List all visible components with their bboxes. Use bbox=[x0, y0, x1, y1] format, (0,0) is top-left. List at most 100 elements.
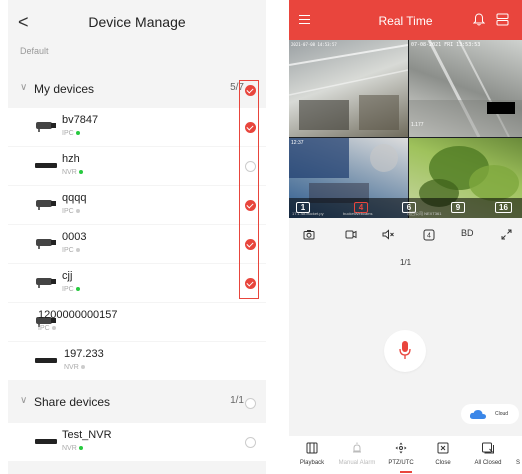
nav-label: Close bbox=[435, 460, 451, 466]
device-row[interactable]: 0003 IPC bbox=[8, 225, 266, 263]
talk-button[interactable] bbox=[384, 330, 426, 372]
device-name: 1200000000157 bbox=[38, 309, 118, 321]
cloud-icon bbox=[469, 410, 486, 419]
selection-highlight-box bbox=[239, 80, 259, 299]
default-label: Default bbox=[20, 46, 49, 56]
device-type: IPC bbox=[62, 208, 80, 215]
device-type: IPC bbox=[38, 325, 56, 332]
active-tab-indicator bbox=[400, 471, 412, 473]
device-name: bv7847 bbox=[62, 114, 99, 126]
device-type: IPC bbox=[62, 247, 80, 254]
timestamp-label: 2021-07-08 14:53:57 bbox=[291, 42, 337, 47]
cloud-label: Cloud bbox=[495, 411, 509, 417]
nav-label: All Closed bbox=[474, 460, 502, 466]
bullet-camera-icon bbox=[36, 200, 56, 210]
nvr-icon bbox=[35, 358, 57, 363]
all-closed-icon bbox=[482, 442, 494, 454]
video-toolbar: 4 BD bbox=[289, 222, 522, 248]
status-online-dot bbox=[75, 131, 80, 136]
nvr-icon bbox=[35, 439, 57, 444]
bottom-nav: Playback Manual Alarm PTZ/UTC Close All … bbox=[289, 436, 522, 474]
status-offline-dot bbox=[51, 326, 56, 331]
status-offline-dot bbox=[75, 209, 80, 214]
quality-toggle[interactable]: BD bbox=[461, 228, 474, 238]
nav-label: Manual Alarm bbox=[338, 460, 376, 466]
ceiling-scene-image bbox=[409, 40, 522, 137]
caption: 17.1.48.bucket.py bbox=[292, 211, 324, 216]
real-time-header: Real Time bbox=[289, 0, 522, 40]
chevron-down-icon: ∨ bbox=[20, 395, 28, 406]
playback-icon bbox=[306, 442, 318, 454]
device-row[interactable]: hzh NVR bbox=[8, 147, 266, 185]
bullet-camera-icon bbox=[36, 278, 56, 288]
nav-label: S bbox=[515, 460, 520, 466]
page-title: Real Time bbox=[378, 14, 433, 28]
chevron-down-icon: ∨ bbox=[20, 82, 28, 93]
status-offline-dot bbox=[80, 365, 85, 370]
status-offline-dot bbox=[75, 248, 80, 253]
camera-view-1[interactable]: 2021-07-08 14:53:57 bbox=[289, 40, 408, 137]
nav-all-closed[interactable]: All Closed bbox=[465, 436, 511, 474]
group-count: 1/1 bbox=[230, 395, 244, 406]
camera-label: 12:37 bbox=[291, 140, 304, 146]
group-name: Share devices bbox=[34, 395, 111, 409]
device-checkbox[interactable] bbox=[245, 437, 256, 448]
device-row[interactable]: bv7847 IPC bbox=[8, 108, 266, 146]
record-icon[interactable] bbox=[345, 229, 357, 240]
close-icon bbox=[437, 442, 449, 454]
camera-view-2[interactable]: 07-08-2021 FRI 13:53:53 1.177 bbox=[409, 40, 522, 137]
snapshot-icon[interactable] bbox=[303, 229, 315, 240]
mute-icon[interactable] bbox=[382, 229, 395, 240]
camera-label: 1.177 bbox=[411, 122, 424, 128]
channel-4-icon[interactable]: 4 bbox=[423, 229, 435, 241]
device-name: cjj bbox=[62, 270, 73, 282]
device-name: hzh bbox=[62, 153, 80, 165]
device-row[interactable]: cjj IPC bbox=[8, 264, 266, 302]
ptz-icon bbox=[395, 442, 407, 454]
nvr-icon bbox=[35, 163, 57, 168]
device-manage-header: < Device Manage bbox=[8, 0, 266, 44]
device-type: IPC bbox=[62, 130, 80, 137]
group-select-all-checkbox[interactable] bbox=[245, 398, 256, 409]
device-name: Test_NVR bbox=[62, 429, 112, 441]
split-screen-icon[interactable] bbox=[496, 13, 509, 26]
channel-16-button[interactable]: 16 bbox=[495, 202, 512, 213]
channel-9-button[interactable]: 9 bbox=[451, 202, 465, 213]
nav-playback[interactable]: Playback bbox=[289, 436, 335, 474]
real-time-panel: Real Time 2021-07-08 14:53:57 07-08-2021… bbox=[289, 0, 522, 474]
fullscreen-icon[interactable] bbox=[501, 229, 512, 240]
page-title: Device Manage bbox=[88, 14, 186, 30]
device-name: 197.233 bbox=[64, 348, 104, 360]
device-row[interactable]: 1200000000157 IPC bbox=[8, 303, 266, 341]
office-scene-image bbox=[289, 44, 408, 130]
nav-label: PTZ/UTC bbox=[388, 460, 414, 466]
bell-icon[interactable] bbox=[473, 13, 485, 26]
device-row[interactable]: qqqq IPC bbox=[8, 186, 266, 224]
group-my-devices[interactable]: ∨ My devices 5/7 bbox=[8, 72, 266, 108]
svg-text:4: 4 bbox=[427, 233, 431, 240]
channel-bar: 1 4 6 9 16 17.1.48.bucket.py bucketWebca… bbox=[289, 198, 522, 218]
device-row[interactable]: Test_NVR NVR bbox=[8, 423, 266, 461]
group-share-devices[interactable]: ∨ Share devices 1/1 bbox=[8, 385, 266, 421]
cloud-button[interactable]: Cloud bbox=[461, 404, 519, 424]
status-online-dot bbox=[78, 170, 83, 175]
privacy-mask bbox=[487, 102, 515, 114]
device-type: IPC bbox=[62, 286, 80, 293]
device-row[interactable]: 197.233 NVR bbox=[8, 342, 266, 380]
status-online-dot bbox=[78, 446, 83, 451]
group-name: My devices bbox=[34, 82, 95, 96]
bullet-camera-icon bbox=[36, 239, 56, 249]
device-type: NVR bbox=[62, 169, 83, 176]
nav-close[interactable]: Close bbox=[423, 436, 463, 474]
caption: 项目公司 NEXT361 bbox=[407, 211, 442, 216]
device-name: qqqq bbox=[62, 192, 87, 204]
video-grid[interactable]: 2021-07-08 14:53:57 07-08-2021 FRI 13:53… bbox=[289, 40, 522, 218]
nav-ptz-utc[interactable]: PTZ/UTC bbox=[381, 436, 421, 474]
app-root: < Device Manage Default ∨ My devices 5/7… bbox=[0, 0, 522, 474]
device-name: 0003 bbox=[62, 231, 87, 243]
device-manage-panel: < Device Manage Default ∨ My devices 5/7… bbox=[8, 0, 266, 474]
timestamp-label: 07-08-2021 FRI 13:53:53 bbox=[411, 42, 481, 48]
nav-more[interactable]: S bbox=[514, 436, 522, 474]
device-type: NVR bbox=[64, 364, 85, 371]
nav-manual-alarm[interactable]: Manual Alarm bbox=[335, 436, 379, 474]
